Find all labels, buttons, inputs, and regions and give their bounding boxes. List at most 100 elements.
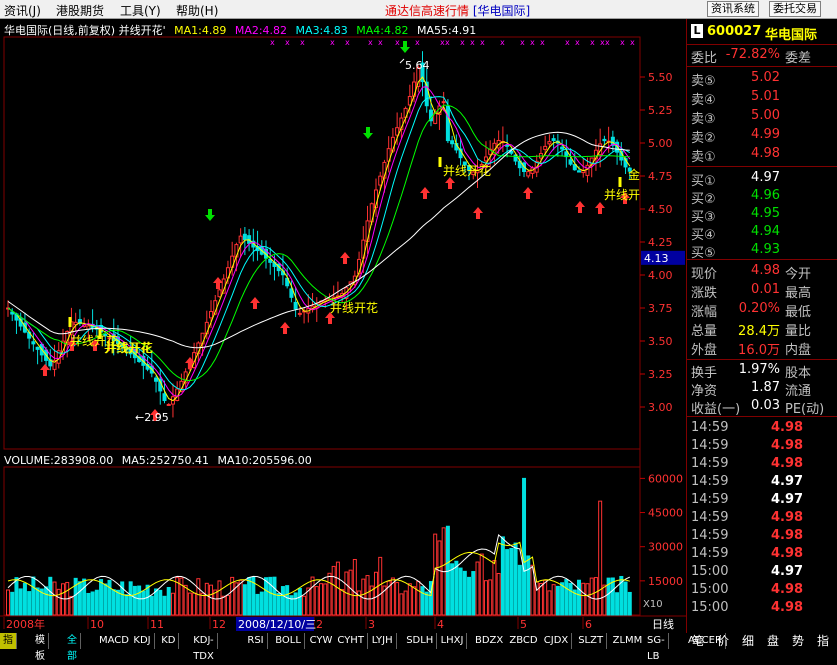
divider <box>687 416 837 417</box>
top-marker: x <box>620 38 625 47</box>
divider <box>687 359 837 360</box>
volume-bar <box>373 571 378 616</box>
sell-level-label: 卖② <box>691 131 716 146</box>
indicator-tab-zbcd[interactable]: ZBCD <box>506 633 542 649</box>
indicator-tab-cyht[interactable]: CYHT <box>334 633 368 649</box>
price-panel-frame <box>3 36 641 450</box>
signal-label: 并线开花 <box>330 300 378 315</box>
candle-body <box>297 312 302 315</box>
volume-bar <box>196 578 201 616</box>
quote-tab-4[interactable]: 势 <box>792 633 804 649</box>
window-title: 通达信高速行情 [华电国际] <box>385 4 531 18</box>
signal-label: 并线开花 <box>105 340 153 355</box>
menu-item-help[interactable]: 帮助(H) <box>176 2 218 19</box>
volume-bar <box>242 584 247 616</box>
sell-level-value: 4.99 <box>751 127 780 142</box>
sell-level-value: 5.01 <box>751 89 780 104</box>
indicator-tab-lyjh[interactable]: LYJH <box>368 633 397 649</box>
candle-body <box>166 403 171 406</box>
top-marker: x <box>470 38 475 47</box>
volume-bar <box>403 590 408 616</box>
indicator-tab-kdj-tdx[interactable]: KDJ-TDX <box>190 633 218 662</box>
quote-tab-3[interactable]: 盘 <box>767 633 779 649</box>
tick-row: 15:00 4.98 <box>687 600 837 617</box>
menu-item-tools[interactable]: 工具(Y) <box>120 2 161 19</box>
quote-tab-2[interactable]: 细 <box>742 633 754 649</box>
stat-label2: 最低 <box>785 305 812 320</box>
indicator-tab-kd[interactable]: KD <box>158 633 180 649</box>
sell-level-row: 卖④ 5.01 <box>687 89 837 108</box>
volume-bar <box>564 579 569 616</box>
buy-arrow-icon <box>445 177 455 189</box>
indicator-tab-slzt[interactable]: SLZT <box>575 633 608 649</box>
price-axis-label: 3.00 <box>648 401 673 414</box>
volume-bar <box>420 586 425 616</box>
volume-bar <box>627 591 632 616</box>
tick-price: 4.98 <box>771 438 804 453</box>
volume-bar <box>209 584 214 616</box>
price-axis-label: 5.25 <box>648 104 673 117</box>
quote-tab-5[interactable]: 指 <box>817 633 829 649</box>
buy-arrow-icon <box>213 277 223 289</box>
candle-body <box>162 393 167 402</box>
stat-label: 涨跌 <box>691 286 718 301</box>
stock-name: 华电国际 <box>765 28 818 43</box>
trade-button[interactable]: 委托交易 <box>769 1 821 17</box>
volume-bar <box>94 589 99 616</box>
price-axis-label: 4.50 <box>648 203 673 216</box>
indicator-tab-rsi[interactable]: RSI <box>244 633 268 649</box>
indicator-tab-全部[interactable]: 全部 <box>64 633 81 662</box>
volume-bar <box>551 584 556 616</box>
indicator-tab-cjdx[interactable]: CJDX <box>540 633 573 649</box>
volume-bar <box>323 583 328 616</box>
sell-level-label: 卖③ <box>691 112 716 127</box>
info-system-button[interactable]: 资讯系统 <box>707 1 759 17</box>
volume-bar <box>111 589 116 616</box>
volume-bar <box>560 582 565 616</box>
volume-bar <box>204 582 209 616</box>
indicator-tab-kdj[interactable]: KDJ <box>130 633 155 649</box>
indicator-tab-bdzx[interactable]: BDZX <box>472 633 508 649</box>
volume-bar <box>18 588 23 616</box>
price-axis-label: 4.25 <box>648 236 673 249</box>
ma4-label: MA4:4.82 <box>356 24 409 37</box>
tick-row: 14:59 4.98 <box>687 420 837 437</box>
tick-time: 14:59 <box>691 528 729 543</box>
indicator-tab-boll[interactable]: BOLL <box>272 633 305 649</box>
volume-bar <box>31 576 36 616</box>
menu-item-hk-futures[interactable]: 港股期货 <box>56 2 104 19</box>
volume-bar <box>593 577 598 616</box>
indicator-tab-lhxj[interactable]: LHXJ <box>437 633 468 649</box>
volume-bar <box>517 564 522 616</box>
stock-code: 600027 <box>707 24 762 39</box>
indicator-tab-sg-lb[interactable]: SG-LB <box>644 633 669 662</box>
stat2-label: 换手 <box>691 366 718 381</box>
indicator-tab-cyw[interactable]: CYW <box>306 633 337 649</box>
period-label: 日线 <box>652 617 674 631</box>
tick-time: 14:59 <box>691 546 729 561</box>
volume-bar <box>115 589 120 616</box>
stat-row: 现价 4.98 今开 <box>687 263 837 282</box>
candle-body <box>543 145 548 150</box>
indicator-tab-模板[interactable]: 模板 <box>32 633 49 662</box>
indicator-tab-macd[interactable]: MACD <box>96 633 133 649</box>
top-marker: x <box>565 38 570 47</box>
indicator-tab-zlmm[interactable]: ZLMM <box>609 633 647 649</box>
indicator-tab-指标[interactable]: 指标 <box>0 633 17 662</box>
price-cursor-label: 4.13 <box>644 252 669 265</box>
volume-bar <box>162 595 167 616</box>
stat-label2: 今开 <box>785 267 812 282</box>
tick-row: 15:00 4.98 <box>687 582 837 599</box>
kline-chart-area[interactable]: 5.50 5.25 5.00 4.75 4.50 4.25 4.00 3.75 3.50 3.25… <box>0 19 686 633</box>
top-marker: x <box>540 38 545 47</box>
volume-bar <box>145 584 150 616</box>
quote-tab-0[interactable]: 笔 <box>692 633 704 649</box>
price-axis-label: 5.50 <box>648 71 673 84</box>
menu-item-info[interactable]: 资讯(J) <box>4 2 41 19</box>
volume-bar <box>615 592 620 616</box>
sell-level-value: 5.02 <box>751 70 780 85</box>
indicator-tab-sdlh[interactable]: SDLH <box>403 633 438 649</box>
quote-tab-1[interactable]: 价 <box>717 633 729 649</box>
tick-row: 14:59 4.98 <box>687 456 837 473</box>
buy-level-row: 买③ 4.95 <box>687 206 837 225</box>
